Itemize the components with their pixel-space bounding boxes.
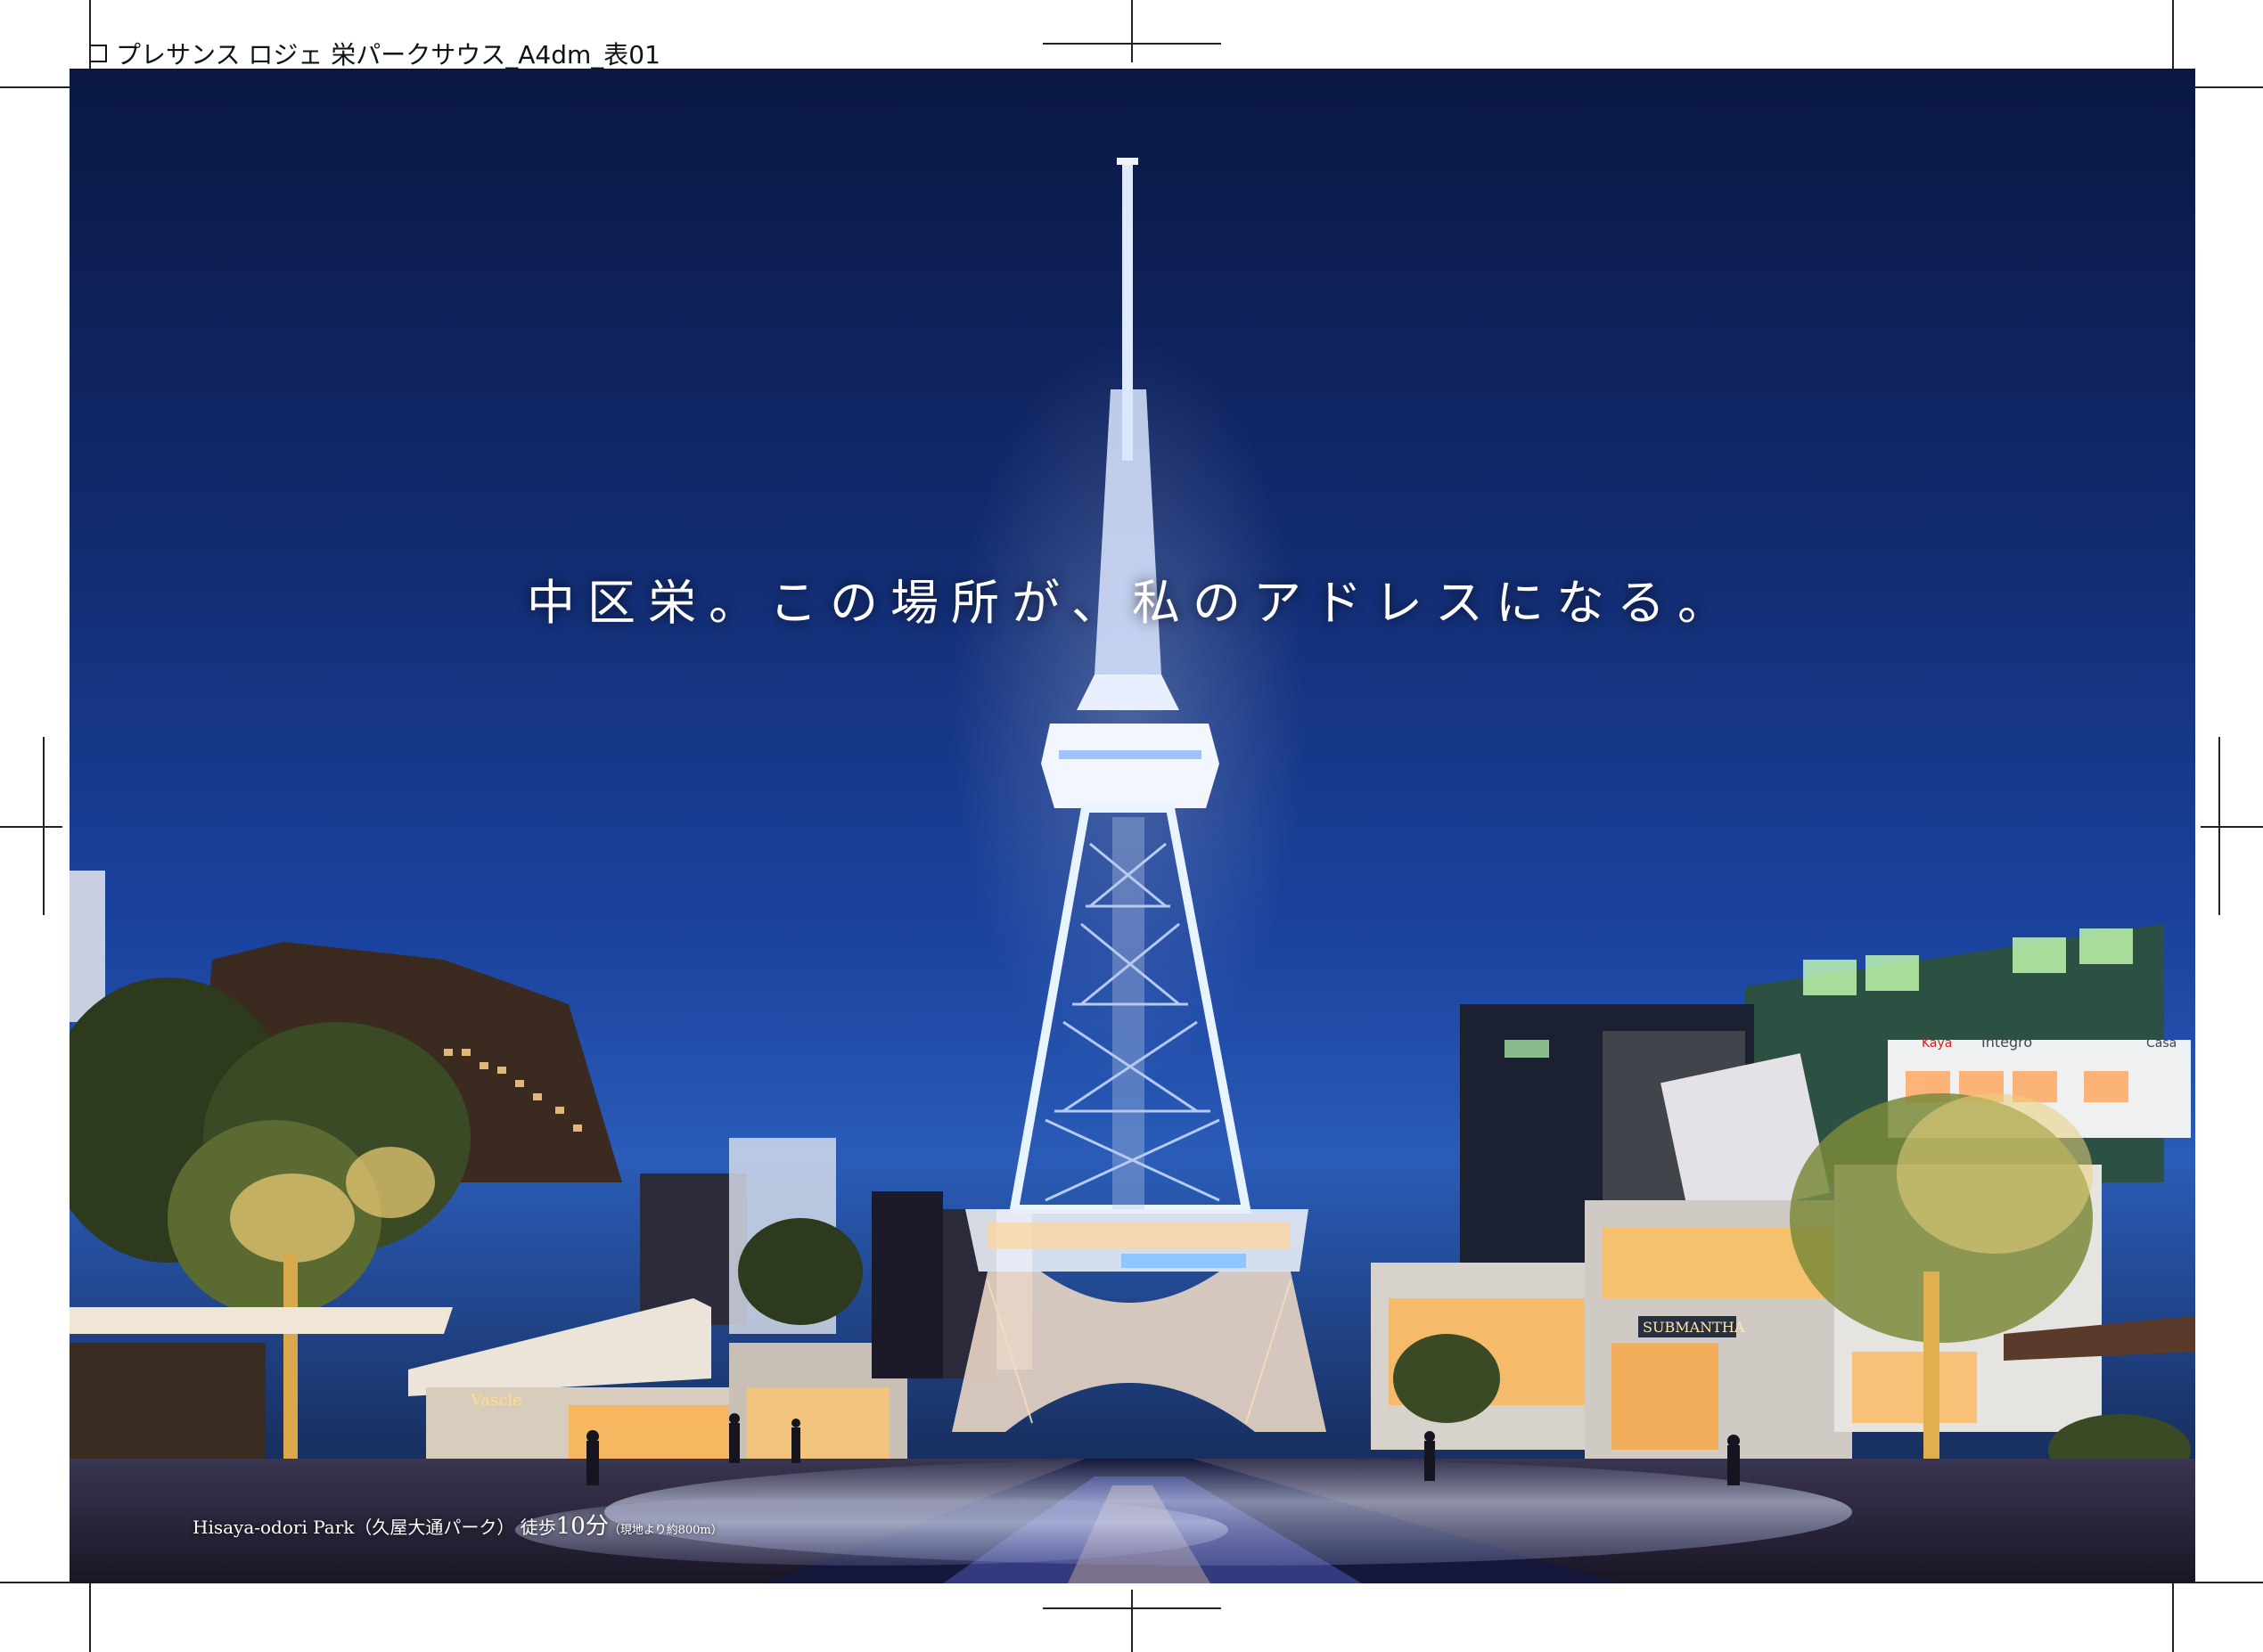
registration-mark	[1131, 1590, 1133, 1652]
shop-sign-casa: Casa	[2146, 1036, 2177, 1051]
checkbox-square-icon	[89, 45, 107, 62]
shop-sign-submantha: SUBMANTHA	[1643, 1319, 1745, 1336]
crop-mark	[2192, 1582, 2263, 1583]
crop-mark	[2172, 1581, 2174, 1652]
registration-mark	[1131, 0, 1133, 62]
hero-photo: Vascle Integro Kaya Casa SUBMANTHA 中区栄。こ…	[70, 69, 2195, 1583]
registration-mark	[0, 826, 62, 828]
observation-deck	[1041, 724, 1219, 808]
headline: 中区栄。この場所が、私のアドレスになる。	[527, 575, 1738, 631]
file-label-text: プレサンス ロジェ 栄パークサウス_A4dm_表01	[116, 40, 660, 70]
crop-mark	[0, 86, 71, 88]
file-label: プレサンス ロジェ 栄パークサウス_A4dm_表01	[89, 36, 660, 71]
crop-mark	[89, 0, 91, 71]
shop-sign-integro: Integro	[1981, 1034, 2032, 1051]
caption-walk-time: 10分	[555, 1513, 609, 1540]
tower-arch-legs	[952, 1272, 1326, 1432]
registration-mark	[1043, 1607, 1221, 1609]
tree-trunk	[283, 1254, 298, 1476]
photo-caption: Hisaya-odori Park（久屋大通パーク） 徒歩10分（現地より約80…	[193, 1508, 723, 1541]
shop-sign-kaya: Kaya	[1922, 1036, 1952, 1051]
pavilion-roof	[408, 1298, 711, 1396]
crop-mark	[2192, 86, 2263, 88]
crop-mark	[89, 1581, 91, 1652]
registration-mark	[2201, 826, 2263, 828]
registration-mark	[1043, 43, 1221, 45]
crop-mark	[2172, 0, 2174, 71]
pavilion-roof	[70, 1307, 453, 1334]
crop-mark	[0, 1582, 71, 1583]
night-cityscape-illustration: Vascle Integro Kaya Casa SUBMANTHA	[70, 158, 2195, 1583]
caption-walk-label: 徒歩	[520, 1517, 556, 1538]
left-tower-building	[70, 871, 105, 1022]
shop-sign-vascle: Vascle	[470, 1391, 522, 1410]
tv-tower	[950, 158, 1326, 1432]
caption-distance-note: （現地より約800m）	[608, 1524, 723, 1537]
caption-park-name: Hisaya-odori Park（久屋大通パーク）	[193, 1517, 515, 1538]
